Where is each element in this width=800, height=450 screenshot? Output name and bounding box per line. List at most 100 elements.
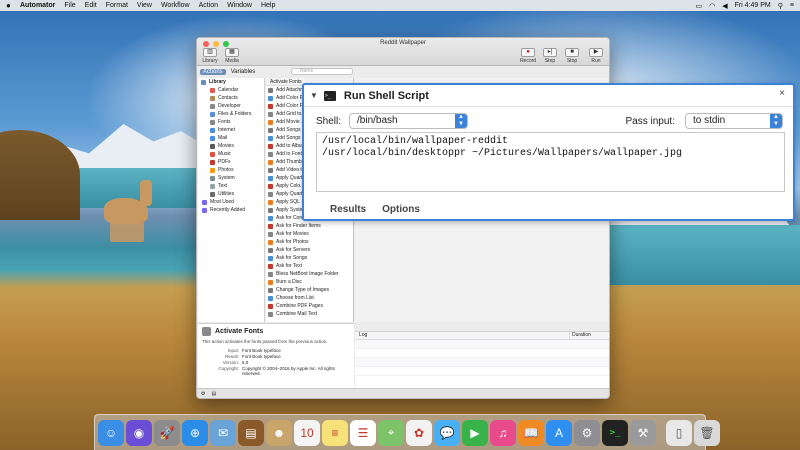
menu-help[interactable]: Help bbox=[261, 2, 275, 9]
mail-stamp-icon[interactable]: ✉ bbox=[210, 419, 236, 446]
action-list-item[interactable]: Ask for Servers bbox=[266, 246, 353, 254]
action-item-label: Choose from List bbox=[276, 295, 314, 301]
library-item[interactable]: Fonts bbox=[198, 118, 264, 126]
library-item[interactable]: Calendar bbox=[198, 86, 264, 94]
library-item-label: Utilities bbox=[218, 191, 235, 197]
document-icon[interactable]: ▯ bbox=[666, 419, 692, 446]
action-list-item[interactable]: Ask for Finder Items bbox=[266, 222, 353, 230]
log-column-header[interactable]: Log bbox=[355, 332, 569, 339]
notes-icon[interactable]: ≡ bbox=[322, 419, 348, 446]
action-list-item[interactable]: Burn a Disc bbox=[266, 278, 353, 286]
menu-action[interactable]: Action bbox=[199, 2, 218, 9]
maps-icon[interactable]: ⌖ bbox=[378, 419, 404, 446]
menu-automator[interactable]: Automator bbox=[20, 2, 55, 9]
description-field-value: Copyright © 2004–2016 by Apple Inc. All … bbox=[242, 366, 335, 376]
photos-icon[interactable]: ✿ bbox=[406, 419, 432, 446]
siri-icon[interactable]: ◉ bbox=[126, 419, 152, 446]
library-item[interactable]: System bbox=[198, 174, 264, 182]
action-list-item[interactable]: Bless NetBoot Image Folder bbox=[266, 270, 353, 278]
library-item[interactable]: Movies bbox=[198, 142, 264, 150]
calendar-icon[interactable]: 10 bbox=[294, 419, 320, 446]
library-item[interactable]: Developer bbox=[198, 102, 264, 110]
step-button[interactable]: ▸| Step bbox=[541, 48, 559, 64]
menu-format[interactable]: Format bbox=[106, 2, 128, 9]
terminal-icon[interactable]: >_ bbox=[602, 419, 628, 446]
action-list-item[interactable]: Change Type of Images bbox=[266, 286, 353, 294]
smart-group-item[interactable]: Most Used bbox=[198, 198, 264, 206]
menu-workflow[interactable]: Workflow bbox=[161, 2, 190, 9]
menu-window[interactable]: Window bbox=[227, 2, 252, 9]
close-action-icon[interactable]: × bbox=[779, 88, 785, 99]
action-search-input[interactable]: Name bbox=[291, 68, 353, 75]
apple-menu-icon[interactable]: ● bbox=[6, 1, 14, 10]
run-shell-script-action[interactable]: ▼ >_ Run Shell Script × Shell: /bin/bash… bbox=[302, 83, 795, 221]
menu-file[interactable]: File bbox=[64, 2, 75, 9]
shell-select[interactable]: /bin/bash ▲ ▼ bbox=[349, 113, 469, 129]
trash-icon[interactable]: 🗑 bbox=[694, 419, 720, 446]
smart-group-label: Recently Added bbox=[210, 207, 246, 213]
notification-center-icon[interactable]: ≡ bbox=[790, 2, 794, 9]
stop-button[interactable]: ■ Stop bbox=[563, 48, 581, 64]
action-list-item[interactable]: Ask for Text bbox=[266, 262, 353, 270]
action-list-item[interactable]: Ask for Movies bbox=[266, 230, 353, 238]
script-editor[interactable]: /usr/local/bin/wallpaper-reddit /usr/loc… bbox=[316, 132, 785, 192]
options-tab[interactable]: Options bbox=[382, 204, 420, 215]
tab-variables[interactable]: Variables bbox=[228, 69, 259, 75]
library-category-icon bbox=[210, 111, 215, 117]
launchpad-icon[interactable]: 🚀 bbox=[154, 419, 180, 446]
library-item[interactable]: Internet bbox=[198, 126, 264, 134]
finder-icon[interactable]: ☺ bbox=[98, 419, 124, 446]
contacts-icon[interactable]: ☻ bbox=[266, 419, 292, 446]
record-button[interactable]: ● Record bbox=[519, 48, 537, 64]
messages-icon[interactable]: 💬 bbox=[434, 419, 460, 446]
tab-actions[interactable]: Actions bbox=[200, 68, 226, 75]
library-item[interactable]: PDFs bbox=[198, 158, 264, 166]
menu-view[interactable]: View bbox=[137, 2, 152, 9]
safari-icon[interactable]: ⊕ bbox=[182, 419, 208, 446]
media-button[interactable]: ▦ Media bbox=[223, 48, 241, 64]
library-item[interactable]: Files & Folders bbox=[198, 110, 264, 118]
library-item-label: Movies bbox=[218, 143, 234, 149]
app-store-icon[interactable]: A bbox=[546, 419, 572, 446]
action-list-item[interactable]: Choose from List bbox=[266, 294, 353, 302]
automator-icon[interactable]: ⚒ bbox=[630, 419, 656, 446]
library-item-label: Contacts bbox=[218, 95, 238, 101]
notes-brown-icon[interactable]: ▤ bbox=[238, 419, 264, 446]
duration-column-header[interactable]: Duration bbox=[569, 332, 609, 339]
action-list-item[interactable]: Ask for Photos bbox=[266, 238, 353, 246]
results-tab[interactable]: Results bbox=[330, 204, 366, 215]
library-item[interactable]: Mail bbox=[198, 134, 264, 142]
library-button[interactable]: ▥ Library bbox=[201, 48, 219, 64]
volume-icon[interactable]: ◀ bbox=[722, 2, 727, 10]
action-list-item[interactable]: Ask for Songs bbox=[266, 254, 353, 262]
action-list-item[interactable]: Combine PDF Pages bbox=[266, 302, 353, 310]
disclosure-triangle-icon[interactable]: ▼ bbox=[310, 91, 318, 100]
library-item[interactable]: Contacts bbox=[198, 94, 264, 102]
library-item[interactable]: Utilities bbox=[198, 190, 264, 198]
run-button-label: Run bbox=[591, 58, 601, 64]
system-preferences-icon[interactable]: ⚙ bbox=[574, 419, 600, 446]
library-item[interactable]: Text bbox=[198, 182, 264, 190]
cast-icon[interactable]: ▭ bbox=[695, 2, 702, 10]
gear-icon[interactable]: ⚙ bbox=[201, 391, 205, 397]
ibooks-icon[interactable]: 📖 bbox=[518, 419, 544, 446]
description-toggle-icon[interactable]: ▤ bbox=[211, 391, 216, 397]
action-item-label: Ask for Servers bbox=[276, 247, 311, 253]
library-item[interactable]: Music bbox=[198, 150, 264, 158]
spotlight-icon[interactable]: ⚲ bbox=[778, 2, 783, 10]
action-list-item[interactable]: Combine Mail Text bbox=[266, 310, 353, 318]
action-item-icon bbox=[268, 271, 273, 277]
run-button[interactable]: ▶ Run bbox=[587, 48, 605, 64]
wifi-icon[interactable]: ◠ bbox=[709, 2, 715, 10]
itunes-icon[interactable]: ♫ bbox=[490, 419, 516, 446]
reminders-icon[interactable]: ☰ bbox=[350, 419, 376, 446]
library-item[interactable]: Photos bbox=[198, 166, 264, 174]
library-item-label: Calendar bbox=[218, 87, 239, 93]
facetime-icon[interactable]: ▶ bbox=[462, 419, 488, 446]
library-header[interactable]: Library bbox=[198, 78, 264, 86]
library-category-icon bbox=[210, 119, 215, 125]
menu-edit[interactable]: Edit bbox=[85, 2, 97, 9]
pass-input-select[interactable]: to stdin ▲ ▼ bbox=[685, 113, 783, 129]
smart-group-item[interactable]: Recently Added bbox=[198, 206, 264, 214]
clock[interactable]: Fri 4:49 PM bbox=[735, 2, 771, 9]
